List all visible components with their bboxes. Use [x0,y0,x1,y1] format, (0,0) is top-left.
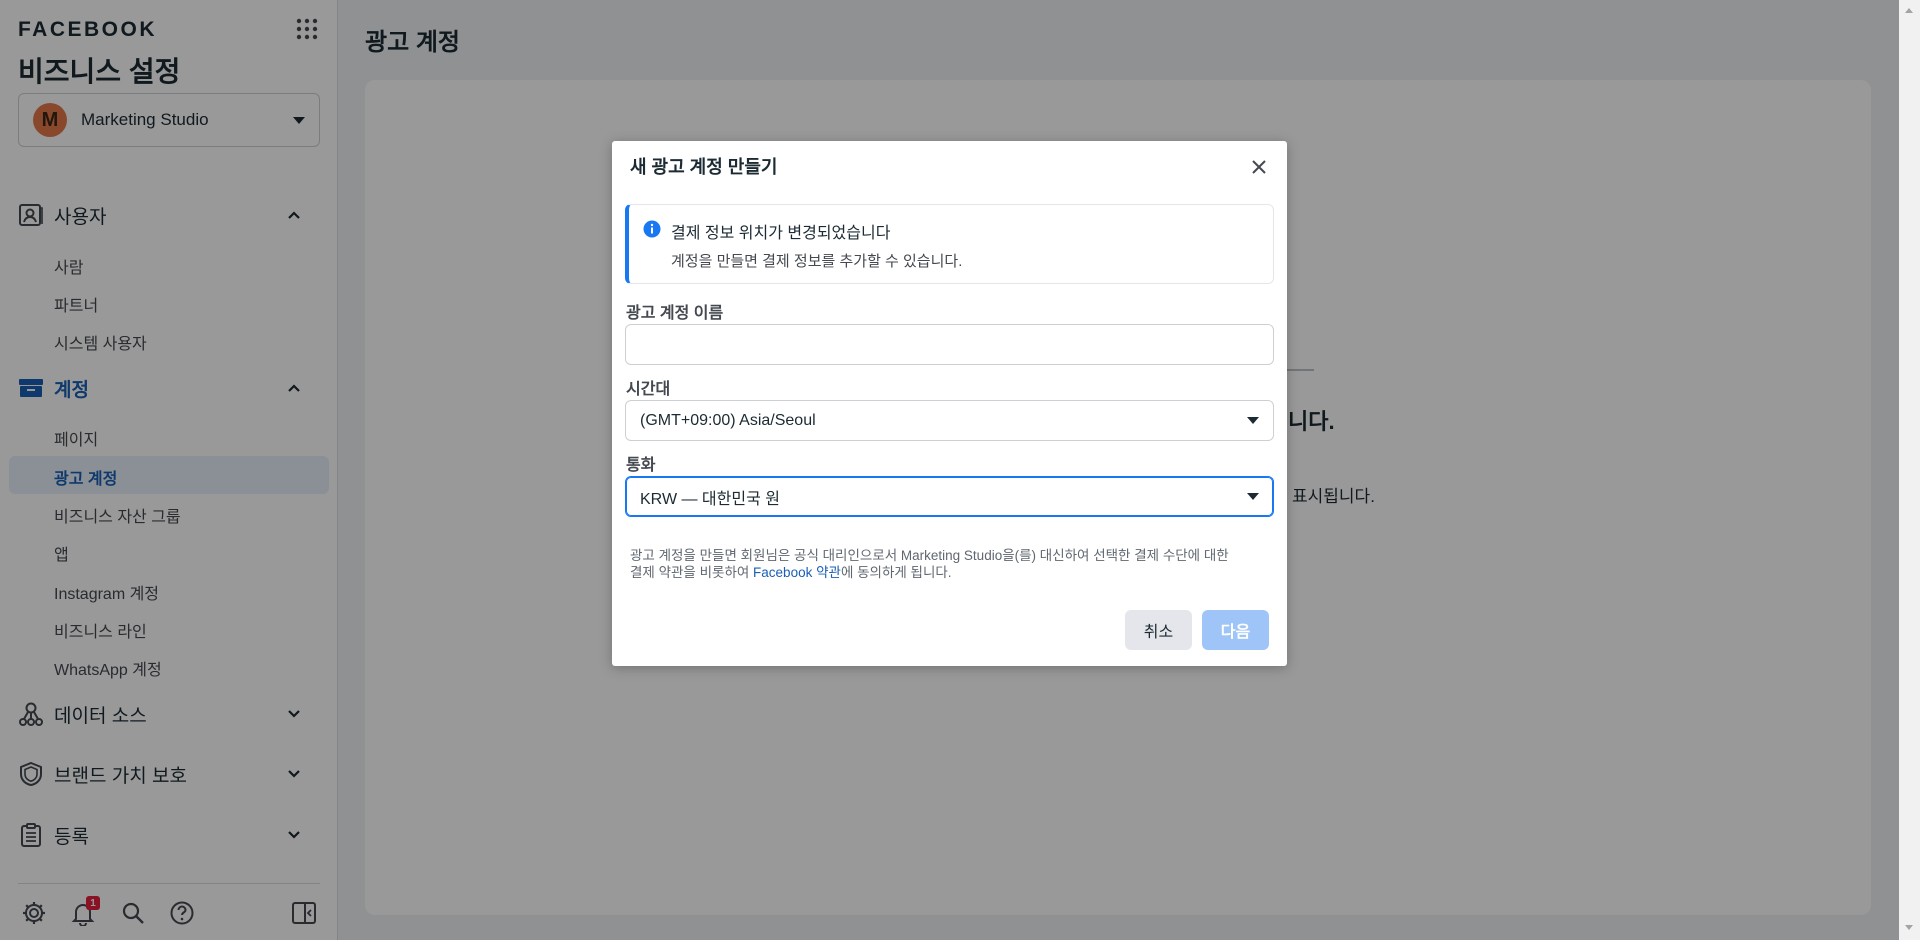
info-icon [643,220,661,238]
caret-down-icon [1247,417,1259,424]
scroll-up-arrow-icon[interactable] [1905,8,1913,13]
cancel-button[interactable]: 취소 [1125,610,1192,650]
timezone-select[interactable]: (GMT+09:00) Asia/Seoul [625,400,1274,441]
notice-title: 결제 정보 위치가 변경되었습니다 [671,225,891,242]
currency-value: KRW — 대한민국 원 [640,490,780,508]
next-button[interactable]: 다음 [1202,610,1269,650]
payment-info-notice: 결제 정보 위치가 변경되었습니다 계정을 만들면 결제 정보를 추가할 수 있… [625,204,1274,284]
terms-line2-prefix: 결제 약관을 비롯하여 [630,565,754,580]
page-scrollbar[interactable] [1899,0,1920,940]
timezone-label: 시간대 [626,381,671,398]
notice-body: 계정을 만들면 결제 정보를 추가할 수 있습니다. [671,253,963,270]
dialog-title: 새 광고 계정 만들기 [630,157,778,177]
account-name-input[interactable] [625,324,1274,365]
scroll-down-arrow-icon[interactable] [1905,925,1913,930]
close-icon[interactable] [1248,156,1270,178]
account-name-label: 광고 계정 이름 [626,305,724,322]
terms-line1: 광고 계정을 만들면 회원님은 공식 대리인으로서 Marketing Stud… [630,548,1229,563]
currency-select[interactable]: KRW — 대한민국 원 [625,476,1274,517]
create-ad-account-dialog: 새 광고 계정 만들기 결제 정보 위치가 변경되었습니다 계정을 만들면 결제… [612,141,1287,666]
currency-label: 통화 [626,457,656,474]
caret-down-icon [1247,493,1259,500]
terms-notice: 광고 계정을 만들면 회원님은 공식 대리인으로서 Marketing Stud… [630,547,1270,581]
facebook-terms-link[interactable]: Facebook 약관 [753,565,841,580]
timezone-value: (GMT+09:00) Asia/Seoul [640,411,816,429]
terms-line2-suffix: 에 동의하게 됩니다. [840,565,952,580]
